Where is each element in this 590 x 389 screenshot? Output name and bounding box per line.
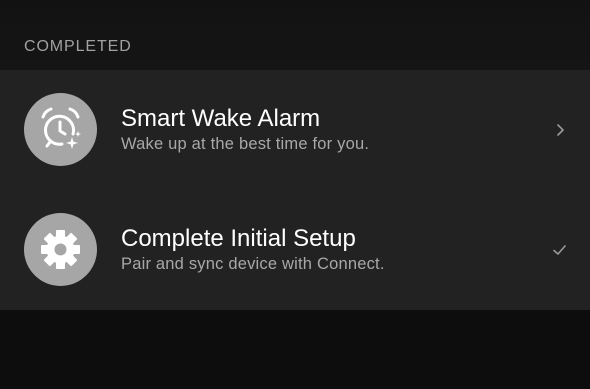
list-item-smart-wake-alarm[interactable]: Smart Wake Alarm Wake up at the best tim… [0,70,590,190]
section-header: COMPLETED [24,38,132,55]
item-subtitle: Pair and sync device with Connect. [121,255,385,273]
top-band [0,0,590,70]
list-item-complete-initial-setup[interactable]: Complete Initial Setup Pair and sync dev… [0,190,590,310]
item-title: Smart Wake Alarm [121,105,321,132]
gear-icon [24,213,97,286]
alarm-clock-sparkle-icon [24,93,97,166]
completed-list: Smart Wake Alarm Wake up at the best tim… [0,70,590,310]
item-subtitle: Wake up at the best time for you. [121,135,370,153]
chevron-right-icon [550,120,570,140]
checkmark-icon [550,240,570,260]
item-title: Complete Initial Setup [121,225,356,252]
bottom-band [0,310,590,389]
